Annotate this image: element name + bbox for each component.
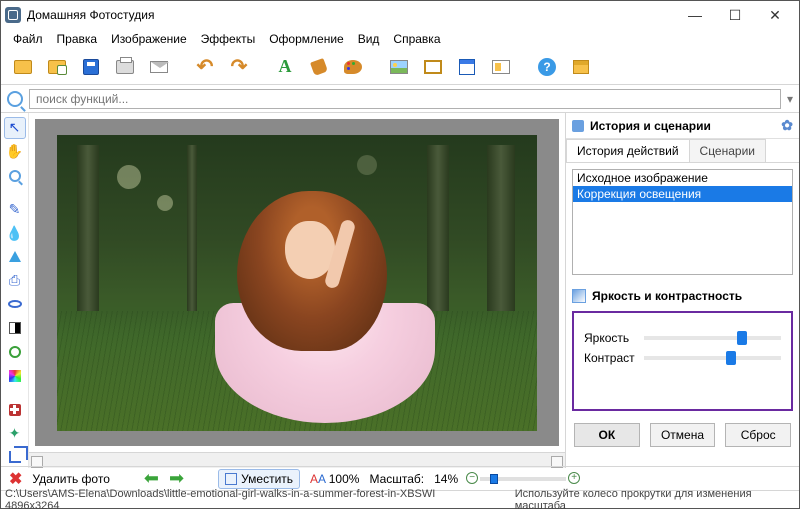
prev-photo-icon[interactable]: ⬅: [144, 468, 159, 489]
search-row: ▾: [1, 85, 799, 113]
scale-label: Масштаб:: [369, 472, 424, 486]
search-input[interactable]: [29, 89, 781, 109]
maximize-button[interactable]: ☐: [715, 2, 755, 28]
tool-stamp[interactable]: ⎙: [4, 270, 26, 292]
mail-icon[interactable]: [145, 53, 173, 81]
card-icon[interactable]: [487, 53, 515, 81]
print-icon[interactable]: [111, 53, 139, 81]
scale-value: 14%: [434, 472, 458, 486]
menu-bar: Файл Правка Изображение Эффекты Оформлен…: [1, 29, 799, 49]
picture-icon[interactable]: [385, 53, 413, 81]
photo-preview: [57, 135, 537, 431]
panel-tabs: История действий Сценарии: [566, 139, 799, 163]
help-icon[interactable]: ?: [533, 53, 561, 81]
brightness-contrast-header: Яркость и контрастность: [566, 283, 799, 307]
menu-effects[interactable]: Эффекты: [195, 30, 262, 48]
tool-pointer[interactable]: ↖: [4, 117, 26, 139]
open-folder-icon[interactable]: [9, 53, 37, 81]
status-path: C:\Users\AMS-Elena\Downloads\little-emot…: [5, 488, 475, 512]
canvas-area: [29, 113, 565, 468]
tool-bw[interactable]: [4, 317, 26, 339]
palette-icon[interactable]: [339, 53, 367, 81]
fit-icon: [225, 473, 237, 485]
brightness-label: Яркость: [584, 331, 636, 345]
search-dropdown-icon[interactable]: ▾: [787, 92, 793, 106]
close-button[interactable]: ✕: [755, 2, 795, 28]
calendar-icon[interactable]: [453, 53, 481, 81]
tool-drop[interactable]: 💧: [4, 222, 26, 244]
reset-button[interactable]: Сброс: [725, 423, 791, 447]
save-icon[interactable]: [77, 53, 105, 81]
menu-edit[interactable]: Правка: [51, 30, 104, 48]
fit-label: Уместить: [241, 472, 293, 486]
package-icon[interactable]: [567, 53, 595, 81]
menu-design[interactable]: Оформление: [263, 30, 349, 48]
contrast-label: Контраст: [584, 351, 636, 365]
main-toolbar: ↶ ↷ A ?: [1, 49, 799, 85]
panel-title-text: История и сценарии: [590, 119, 711, 133]
frame-icon[interactable]: [419, 53, 447, 81]
fill-icon[interactable]: [305, 53, 333, 81]
delete-label[interactable]: Удалить фото: [32, 472, 109, 486]
status-bar: C:\Users\AMS-Elena\Downloads\little-emot…: [1, 490, 799, 508]
brightness-contrast-box: Яркость Контраст: [572, 311, 793, 411]
app-icon: [5, 7, 21, 23]
hundred-percent-button[interactable]: AA 100%: [310, 472, 359, 486]
brightness-slider[interactable]: [644, 331, 781, 345]
right-panel: История и сценарии ✿ История действий Сц…: [565, 113, 799, 468]
tool-vignette[interactable]: [4, 341, 26, 363]
history-item[interactable]: Исходное изображение: [573, 170, 792, 186]
zoom-out-icon[interactable]: −: [466, 472, 478, 484]
tool-heal[interactable]: [4, 399, 26, 421]
text-icon[interactable]: A: [271, 53, 299, 81]
history-list[interactable]: Исходное изображение Коррекция освещения: [572, 169, 793, 275]
fit-button[interactable]: Уместить: [218, 469, 300, 489]
menu-image[interactable]: Изображение: [105, 30, 193, 48]
search-icon: [7, 91, 23, 107]
status-hint: Используйте колесо прокрутки для изменен…: [515, 488, 795, 512]
tool-column: ↖ ✋ ✎ 💧 ⎙ ✦: [1, 113, 29, 468]
open-recent-icon[interactable]: [43, 53, 71, 81]
tool-redeye[interactable]: [4, 294, 26, 316]
tool-shape[interactable]: [4, 246, 26, 268]
title-bar: Домашняя Фотостудия — ☐ ✕: [1, 1, 799, 29]
brightness-contrast-icon: [572, 289, 586, 303]
panel-settings-icon[interactable]: ✿: [781, 117, 793, 134]
bottom-bar: ✖ Удалить фото ⬅ ➡ Уместить AA 100% Масш…: [1, 466, 799, 490]
menu-help[interactable]: Справка: [387, 30, 446, 48]
window-title: Домашняя Фотостудия: [27, 8, 675, 22]
tool-color[interactable]: [4, 365, 26, 387]
contrast-slider[interactable]: [644, 351, 781, 365]
tool-retouch[interactable]: ✦: [4, 422, 26, 444]
canvas[interactable]: [35, 119, 559, 446]
minimize-button[interactable]: —: [675, 2, 715, 28]
next-photo-icon[interactable]: ➡: [169, 468, 184, 489]
zoom-in-icon[interactable]: +: [568, 472, 580, 484]
ok-button[interactable]: ОК: [574, 423, 640, 447]
tool-hand[interactable]: ✋: [4, 141, 26, 163]
menu-view[interactable]: Вид: [352, 30, 386, 48]
history-item-selected[interactable]: Коррекция освещения: [573, 186, 792, 202]
panel-icon: [572, 120, 584, 132]
panel-header: История и сценарии ✿: [566, 113, 799, 139]
brightness-contrast-buttons: ОК Отмена Сброс: [566, 419, 799, 455]
tool-crop[interactable]: [4, 446, 26, 468]
tab-history[interactable]: История действий: [566, 139, 690, 162]
zoom-slider[interactable]: − +: [468, 472, 578, 486]
brightness-contrast-title: Яркость и контрастность: [592, 289, 742, 303]
redo-icon[interactable]: ↷: [225, 53, 253, 81]
tab-scenarios[interactable]: Сценарии: [689, 139, 766, 162]
delete-icon[interactable]: ✖: [9, 469, 22, 489]
tool-brush[interactable]: ✎: [4, 198, 26, 220]
undo-icon[interactable]: ↶: [191, 53, 219, 81]
tool-zoom[interactable]: [4, 165, 26, 187]
menu-file[interactable]: Файл: [7, 30, 49, 48]
cancel-button[interactable]: Отмена: [650, 423, 716, 447]
